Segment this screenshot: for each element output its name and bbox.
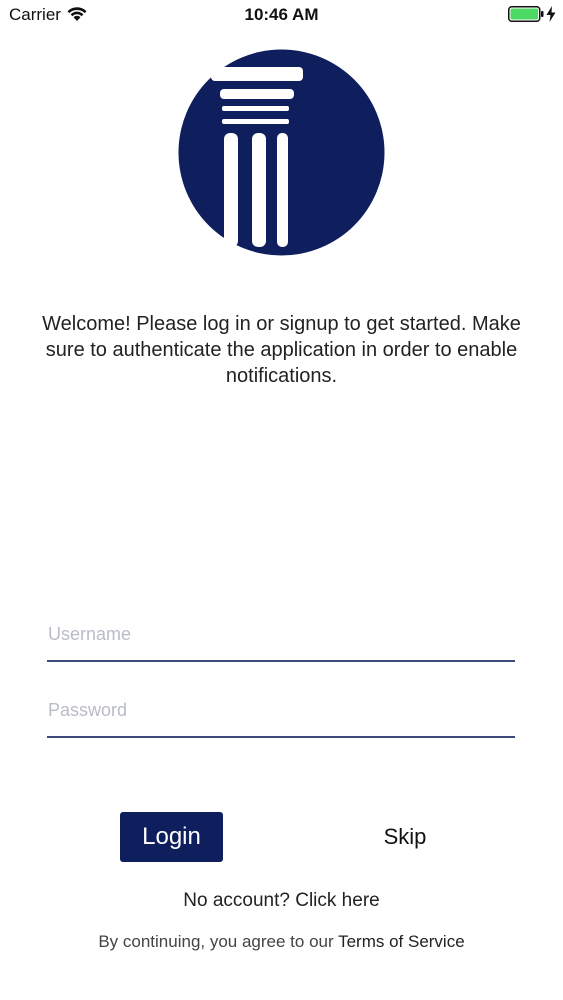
skip-button[interactable]: Skip: [365, 812, 445, 862]
status-bar: Carrier 10:46 AM: [0, 0, 563, 30]
battery-icon: [508, 6, 544, 22]
username-input[interactable]: [47, 618, 515, 662]
status-time: 10:46 AM: [244, 5, 319, 24]
pillar-logo-icon: [178, 49, 385, 256]
terms-of-service-link[interactable]: Terms of Service: [338, 932, 465, 951]
terms-prefix: By continuing, you agree to our: [98, 932, 339, 951]
terms-notice: By continuing, you agree to our Terms of…: [0, 932, 563, 952]
charging-bolt-icon: [546, 6, 556, 22]
login-screen: Carrier 10:46 AM Welcome! Please log in …: [0, 0, 563, 1000]
welcome-message: Welcome! Please log in or signup to get …: [42, 313, 521, 387]
login-button[interactable]: Login: [120, 812, 223, 862]
signup-link[interactable]: No account? Click here: [0, 890, 563, 912]
password-input[interactable]: [47, 694, 515, 738]
